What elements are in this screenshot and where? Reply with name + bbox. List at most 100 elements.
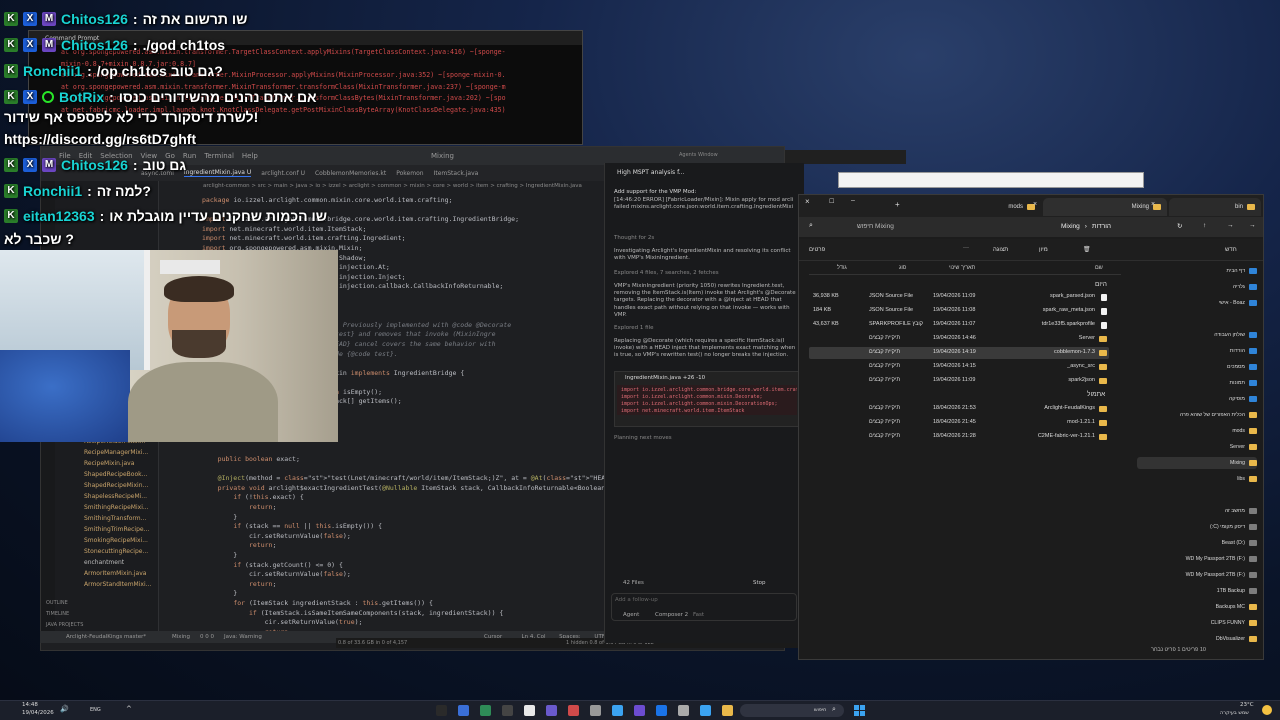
sidebar-item[interactable]: DbVisualizer	[1137, 633, 1257, 645]
code-line[interactable]: return;	[202, 580, 642, 590]
taskbar-search[interactable]: ⌕ חיפוש	[740, 704, 844, 717]
code-line[interactable]: }	[202, 551, 642, 561]
sidebar-item[interactable]: הורדות	[1137, 345, 1257, 357]
tab-bin[interactable]: bin	[1169, 198, 1261, 216]
up-icon[interactable]: ↑	[1203, 222, 1206, 229]
sidebar-item[interactable]: CLIPS FUNNY	[1137, 617, 1257, 629]
editor-tab[interactable]: ItemStack.java	[434, 170, 479, 177]
sidebar-item[interactable]: תמונות	[1137, 377, 1257, 389]
sidebar-item[interactable]: WD My Passport 2TB (F:)	[1137, 553, 1257, 565]
group-today[interactable]: היום	[1095, 281, 1107, 288]
sidebar-item[interactable]: WD My Passport 2TB (F:)	[1137, 569, 1257, 581]
sort-button[interactable]: מיון	[1039, 247, 1048, 253]
code-line[interactable]: for (ItemStack ingredientStack : this.ge…	[202, 599, 642, 609]
explorer-toolbar[interactable]: חדש מיון תצוגה פרטים ··· 🗑	[799, 239, 1263, 261]
tree-item[interactable]: ShapelessRecipeMi...	[84, 491, 194, 502]
col-size[interactable]: גודל	[837, 265, 847, 271]
tree-item[interactable]: SmithingTransform...	[84, 513, 194, 524]
code-line[interactable]: if (stack.getCount() <= 0) {	[202, 561, 642, 571]
sidebar-item[interactable]: Mixing	[1137, 457, 1257, 469]
sidebar-item[interactable]: 1TB Backup	[1137, 585, 1257, 597]
code-line[interactable]: import net.minecraft.world.item.ItemStac…	[202, 225, 642, 235]
agent-panel[interactable]: High MSPT analysis f... Agents Window Ad…	[604, 152, 804, 643]
file-tree[interactable]: RecipeHolderMixin...RecipeManagerMixi...…	[84, 436, 194, 590]
git-icon[interactable]	[480, 705, 491, 716]
column-headers[interactable]: שם תאריך שינוי סוג גודל	[809, 263, 1121, 275]
path-mixing[interactable]: Mixing	[1061, 223, 1080, 230]
diff-file[interactable]: IngredientMixin.java +26 -10	[615, 372, 799, 382]
col-date[interactable]: תאריך שינוי	[949, 265, 975, 271]
address-bar[interactable]: ⌕ חיפוש Mixing הורדות ‹ Mixing ↻ ↑ → →	[799, 217, 1263, 237]
language-indicator[interactable]: ENG	[90, 707, 101, 713]
file-row[interactable]: _async_src 19/04/2026 14:15 תיקיית קבצים	[809, 361, 1109, 373]
minimize-icon[interactable]: –	[851, 197, 855, 204]
volume-icon[interactable]: 🔊	[60, 705, 69, 713]
editor-tab[interactable]: Pokemon	[396, 170, 423, 177]
refresh-icon[interactable]: ↻	[1177, 222, 1182, 230]
file-row[interactable]: cobblemon-1.7.3 19/04/2026 14:19 תיקיית קב…	[809, 347, 1109, 359]
file-row[interactable]: tdr1e33f5.sparkprofile 19/04/2026 11:07 SP…	[809, 319, 1109, 331]
clock-date[interactable]: 19/04/2026	[22, 710, 54, 716]
tree-item[interactable]: RecipeMixin.java	[84, 458, 194, 469]
code-line[interactable]: if (stack == null || this.isEmpty()) {	[202, 522, 642, 532]
col-type[interactable]: סוג	[899, 265, 906, 271]
tree-item[interactable]: enchantment	[84, 557, 194, 568]
file-row[interactable]: Arclight-FeudalKings 18/04/2026 21:53 תיקי…	[809, 403, 1109, 415]
premiere-icon[interactable]	[634, 705, 645, 716]
file-row[interactable]: spark_parsed.json 19/04/2026 11:09 JSON So…	[809, 291, 1109, 303]
terminal-icon[interactable]	[502, 705, 513, 716]
settings-icon[interactable]	[590, 705, 601, 716]
view-button[interactable]: תצוגה	[993, 247, 1008, 253]
breadcrumb[interactable]: הורדות ‹ Mixing	[1061, 223, 1111, 230]
close-tab-icon[interactable]: ×	[1033, 201, 1037, 208]
menu-item-help[interactable]: Help	[242, 152, 258, 160]
status-item[interactable]: 0 0 0	[200, 634, 214, 640]
sidebar-item[interactable]: הכלית האפורים של שוהא פרה	[1137, 409, 1257, 421]
search-input[interactable]: חיפוש Mixing	[857, 223, 894, 230]
more-icon[interactable]: ···	[963, 245, 969, 251]
code-line[interactable]	[202, 465, 642, 475]
tree-item[interactable]: StonecuttingRecipe...	[84, 546, 194, 557]
new-tab-icon[interactable]: +	[895, 200, 900, 209]
code-line[interactable]: cir.setReturnValue(true);	[202, 618, 642, 628]
file-row[interactable]: C2ME-fabric-ver-1.21.1 18/04/2026 21:28 תי…	[809, 431, 1109, 443]
sidebar-item[interactable]: Boaz - אישי	[1137, 297, 1257, 309]
path-downloads[interactable]: הורדות	[1092, 223, 1111, 230]
sidebar-item[interactable]: mods	[1137, 425, 1257, 437]
sidebar-item[interactable]: Beast (D:)	[1137, 537, 1257, 549]
vscode-icon[interactable]	[546, 705, 557, 716]
code-line[interactable]: return;	[202, 541, 642, 551]
tab-mixing[interactable]: Mixing	[1043, 198, 1167, 216]
details-button[interactable]: פרטים	[809, 247, 825, 253]
sidebar-item[interactable]: מסמכים	[1137, 361, 1257, 373]
sidebar-item[interactable]: דף הבית	[1137, 265, 1257, 277]
code-line[interactable]: public boolean exact;	[202, 455, 642, 465]
sidebar-item[interactable]: דיסק מקומי (C:)	[1137, 521, 1257, 533]
file-explorer-window[interactable]: bin Mixing × mods × + × ☐ – ⌕ חיפוש Mixi…	[798, 194, 1264, 660]
back-icon[interactable]: →	[1249, 222, 1256, 229]
tree-item[interactable]: SmokingRecipeMixi...	[84, 535, 194, 546]
group-earlier[interactable]: אתמול	[1087, 391, 1105, 398]
word-icon[interactable]	[656, 705, 667, 716]
files-icon[interactable]	[524, 705, 535, 716]
code-line[interactable]: }	[202, 589, 642, 599]
widgets-icon[interactable]	[458, 705, 469, 716]
edge-icon[interactable]	[612, 705, 623, 716]
code-line[interactable]: cir.setReturnValue(false);	[202, 570, 642, 580]
chrome-icon[interactable]	[568, 705, 579, 716]
file-row[interactable]: Server 19/04/2026 14:46 תיקיית קבצים	[809, 333, 1109, 345]
outline-panel[interactable]: OUTLINE TIMELINE JAVA PROJECTS	[46, 598, 83, 631]
agent-mode-button[interactable]: Agent	[623, 612, 639, 619]
maximize-icon[interactable]: ☐	[829, 198, 834, 205]
editor-tab[interactable]: arclight.conf U	[261, 170, 305, 177]
delete-icon[interactable]: 🗑	[1083, 246, 1091, 253]
col-name[interactable]: שם	[1095, 265, 1103, 271]
model-select[interactable]: Composer 2	[655, 612, 688, 619]
agent-header[interactable]: High MSPT analysis f...	[617, 169, 684, 176]
navigation-pane[interactable]: דף הבית גלריה Boaz - אישי שולחן העבודה הורדו…	[1129, 261, 1263, 651]
task-view-icon[interactable]	[436, 705, 447, 716]
code-line[interactable]: if (ItemStack.isSameItemSameComponents(s…	[202, 609, 642, 619]
sidebar-item[interactable]: Backups MC	[1137, 601, 1257, 613]
store-icon[interactable]	[678, 705, 689, 716]
status-item[interactable]: Mixing	[172, 634, 190, 640]
